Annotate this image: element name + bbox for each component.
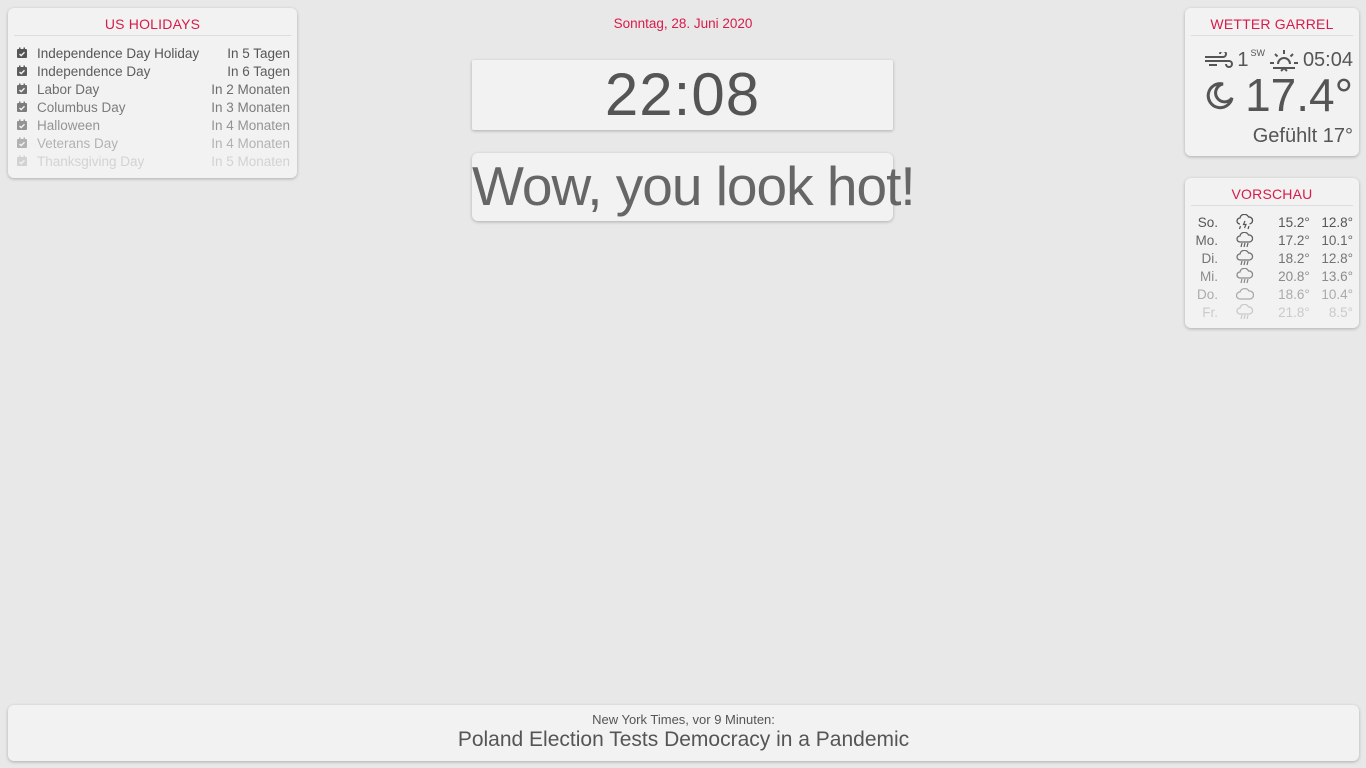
- forecast-min: 12.8°: [1321, 250, 1353, 266]
- calendar-check-icon: [16, 137, 29, 149]
- rain-icon: [1218, 304, 1272, 320]
- calendar-check-icon: [16, 119, 29, 131]
- holiday-row: Thanksgiving Day In 5 Monaten: [16, 152, 290, 170]
- forecast-day: Di.: [1201, 250, 1219, 266]
- forecast-module: VORSCHAU So. 15.2° 12.8° Mo. 17.2° 10.1°…: [1185, 178, 1359, 328]
- night-crescent-icon: [1205, 80, 1235, 110]
- news-source: New York Times, vor 9 Minuten:: [592, 712, 775, 727]
- holiday-row: Halloween In 4 Monaten: [16, 116, 290, 134]
- holiday-row: Independence Day In 6 Tagen: [16, 62, 290, 80]
- thunderstorm-icon: [1218, 214, 1272, 230]
- holiday-when: In 4 Monaten: [211, 135, 290, 151]
- forecast-max: 15.2°: [1278, 214, 1310, 230]
- holiday-row: Labor Day In 2 Monaten: [16, 80, 290, 98]
- forecast-row: Di. 18.2° 12.8°: [1191, 249, 1353, 267]
- forecast-min: 10.1°: [1321, 232, 1353, 248]
- wind-direction: SW: [1250, 48, 1265, 58]
- holiday-name: Labor Day: [37, 81, 100, 97]
- cloud-icon: [1218, 287, 1272, 301]
- forecast-day: So.: [1197, 214, 1218, 230]
- forecast-max: 17.2°: [1278, 232, 1310, 248]
- holiday-when: In 5 Tagen: [227, 45, 290, 61]
- holiday-name: Veterans Day: [37, 135, 119, 151]
- holiday-name: Independence Day Holiday: [37, 45, 200, 61]
- holiday-row: Independence Day Holiday In 5 Tagen: [16, 44, 290, 62]
- forecast-list: So. 15.2° 12.8° Mo. 17.2° 10.1° Di. 18.2…: [1185, 206, 1359, 321]
- holiday-when: In 5 Monaten: [211, 153, 290, 169]
- forecast-day: Do.: [1196, 286, 1218, 302]
- holiday-row: Veterans Day In 4 Monaten: [16, 134, 290, 152]
- holiday-name: Independence Day: [37, 63, 151, 79]
- forecast-min: 12.8°: [1321, 214, 1353, 230]
- forecast-title: VORSCHAU: [1191, 178, 1353, 206]
- holidays-module: US HOLIDAYS Independence Day Holiday In …: [8, 8, 297, 178]
- forecast-row: So. 15.2° 12.8°: [1191, 213, 1353, 231]
- forecast-row: Mo. 17.2° 10.1°: [1191, 231, 1353, 249]
- holidays-title: US HOLIDAYS: [14, 8, 291, 36]
- compliment-text: Wow, you look hot!: [472, 155, 916, 217]
- holiday-row: Columbus Day In 3 Monaten: [16, 98, 290, 116]
- feels-like: Gefühlt 17°: [1252, 125, 1353, 147]
- forecast-max: 18.2°: [1278, 250, 1310, 266]
- holiday-name: Halloween: [37, 117, 101, 133]
- holiday-when: In 2 Monaten: [211, 81, 290, 97]
- holidays-list: Independence Day Holiday In 5 Tagen Inde…: [8, 36, 297, 170]
- wind-icon: [1203, 52, 1234, 68]
- forecast-max: 18.6°: [1278, 286, 1310, 302]
- rain-icon: [1218, 232, 1272, 248]
- holiday-name: Thanksgiving Day: [37, 153, 145, 169]
- clock-time: 22:08: [604, 61, 761, 128]
- forecast-min: 8.5°: [1328, 304, 1353, 320]
- forecast-max: 20.8°: [1278, 268, 1310, 284]
- newsfeed-module: New York Times, vor 9 Minuten: Poland El…: [8, 705, 1359, 761]
- current-temperature: 17.4°: [1245, 69, 1353, 121]
- forecast-row: Mi. 20.8° 13.6°: [1191, 267, 1353, 285]
- news-headline[interactable]: Poland Election Tests Democracy in a Pan…: [8, 728, 1359, 752]
- calendar-check-icon: [16, 65, 29, 77]
- calendar-check-icon: [16, 83, 29, 95]
- calendar-check-icon: [16, 47, 29, 59]
- holiday-when: In 6 Tagen: [227, 63, 290, 79]
- holiday-name: Columbus Day: [37, 99, 126, 115]
- forecast-row: Do. 18.6° 10.4°: [1191, 285, 1353, 303]
- forecast-max: 21.8°: [1278, 304, 1310, 320]
- current-date: Sonntag, 28. Juni 2020: [613, 16, 753, 31]
- forecast-day: Mo.: [1195, 232, 1218, 248]
- clock-module: 22:08: [472, 60, 893, 130]
- compliment-module: Wow, you look hot!: [472, 153, 916, 221]
- forecast-min: 10.4°: [1321, 286, 1353, 302]
- calendar-check-icon: [16, 101, 29, 113]
- weather-title: WETTER GARREL: [1191, 8, 1353, 36]
- forecast-day: Mi.: [1200, 268, 1218, 284]
- weather-module: WETTER GARREL 1 SW 05:04 17.4° Gefühlt 1…: [1185, 8, 1359, 156]
- rain-icon: [1218, 250, 1272, 266]
- weather-temp-row: 17.4°: [1205, 68, 1353, 122]
- calendar-check-icon: [16, 155, 29, 167]
- forecast-row: Fr. 21.8° 8.5°: [1191, 303, 1353, 321]
- holiday-when: In 4 Monaten: [211, 117, 290, 133]
- rain-icon: [1218, 268, 1272, 284]
- forecast-day: Fr.: [1202, 304, 1218, 320]
- forecast-min: 13.6°: [1321, 268, 1353, 284]
- holiday-when: In 3 Monaten: [211, 99, 290, 115]
